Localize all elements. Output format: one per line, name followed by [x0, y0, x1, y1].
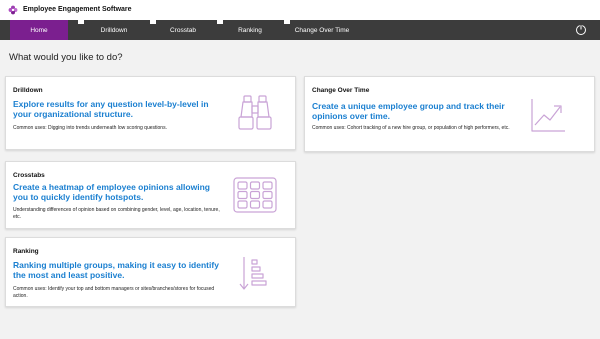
change-over-time-card[interactable]: Change Over Time Create a unique employe…: [304, 76, 595, 152]
tab-crosstab-label: Crosstab: [169, 27, 196, 34]
tab-drilldown[interactable]: Drilldown: [78, 20, 150, 40]
tab-home[interactable]: Home: [10, 20, 68, 40]
card-title: Drilldown: [13, 87, 43, 94]
tab-drilldown-label: Drilldown: [100, 27, 128, 34]
binoculars-icon: [238, 95, 272, 130]
card-description: Explore results for any question level-b…: [13, 99, 209, 119]
card-common-uses: Common uses: Identify your top and botto…: [13, 286, 215, 299]
tab-change-over-time[interactable]: Change Over Time: [284, 20, 360, 40]
flower-logo-icon: [8, 5, 18, 15]
tab-ranking[interactable]: Ranking: [217, 20, 283, 40]
card-title: Crosstabs: [13, 172, 45, 179]
crosstabs-card[interactable]: Crosstabs Create a heatmap of employee o…: [5, 161, 296, 229]
main-nav: Home Drilldown Crosstab Ranking Change O…: [0, 20, 600, 40]
tab-ranking-label: Ranking: [238, 27, 262, 34]
card-title: Change Over Time: [312, 87, 370, 94]
card-description: Create a heatmap of employee opinions al…: [13, 182, 210, 202]
trend-up-icon: [531, 99, 565, 132]
card-title: Ranking: [13, 248, 39, 255]
card-description: Create a unique employee group and track…: [312, 101, 505, 121]
tab-marker: [217, 20, 223, 24]
power-icon[interactable]: [575, 24, 587, 36]
app-title: Employee Engagement Software: [23, 6, 132, 13]
tab-crosstab[interactable]: Crosstab: [150, 20, 216, 40]
tab-marker: [150, 20, 156, 24]
tab-marker: [78, 20, 84, 24]
page-question: What would you like to do?: [9, 52, 123, 63]
grid-heatmap-icon: [233, 177, 277, 213]
tab-home-label: Home: [30, 27, 48, 34]
card-common-uses: Understanding differences of opinion bas…: [13, 207, 220, 220]
drilldown-card[interactable]: Drilldown Explore results for any questi…: [5, 76, 296, 150]
tab-change-over-time-label: Change Over Time: [294, 27, 350, 34]
ranking-card[interactable]: Ranking Ranking multiple groups, making …: [5, 237, 296, 307]
card-description: Ranking multiple groups, making it easy …: [13, 260, 219, 280]
card-common-uses: Common uses: Digging into trends underne…: [13, 125, 167, 131]
top-bar: Employee Engagement Software: [0, 0, 600, 20]
sort-descending-icon: [239, 257, 267, 290]
card-common-uses: Common uses: Cohort tracking of a new hi…: [312, 125, 510, 131]
tab-marker: [284, 20, 290, 24]
